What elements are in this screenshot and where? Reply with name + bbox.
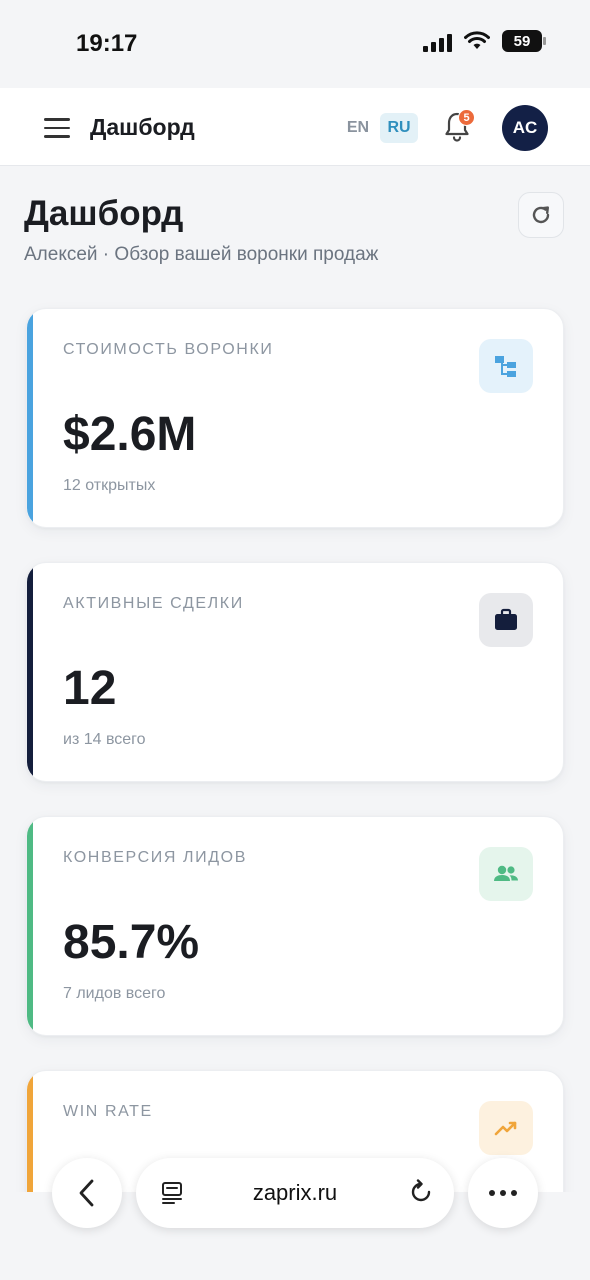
more-dot bbox=[489, 1190, 495, 1196]
cellular-signal-icon bbox=[423, 30, 452, 52]
wifi-icon bbox=[464, 31, 490, 49]
avatar[interactable]: AC bbox=[502, 105, 548, 151]
battery-icon: 59 bbox=[502, 30, 546, 52]
header-title: Дашборд bbox=[90, 114, 195, 140]
more-dot bbox=[500, 1190, 506, 1196]
more-dot bbox=[511, 1190, 517, 1196]
card-subtext: из 14 всего bbox=[63, 731, 146, 748]
card-label: АКТИВНЫЕ СДЕЛКИ bbox=[63, 595, 244, 612]
chevron-left-icon bbox=[79, 1179, 94, 1207]
refresh-button[interactable] bbox=[518, 192, 564, 238]
card-value: $2.6M bbox=[63, 408, 197, 461]
reader-icon[interactable] bbox=[160, 1180, 184, 1204]
card-label: СТОИМОСТЬ ВОРОНКИ bbox=[63, 341, 274, 358]
card-accent-bar bbox=[27, 309, 33, 527]
page-subtitle: Алексей · Обзор вашей воронки продаж bbox=[24, 244, 379, 265]
card-value: 85.7% bbox=[63, 916, 200, 969]
briefcase-icon bbox=[479, 593, 533, 647]
card-subtext: 12 открытых bbox=[63, 477, 156, 494]
status-bar: 19:17 59 bbox=[0, 0, 590, 88]
metric-card-pipeline-value[interactable]: СТОИМОСТЬ ВОРОНКИ $2.6M 12 открытых bbox=[26, 308, 564, 528]
browser-more-button[interactable] bbox=[468, 1158, 538, 1228]
page-title: Дашборд bbox=[24, 194, 184, 233]
people-icon bbox=[479, 847, 533, 901]
status-icons: 59 bbox=[423, 30, 546, 52]
card-label: КОНВЕРСИЯ ЛИДОВ bbox=[63, 849, 247, 866]
card-accent-bar bbox=[27, 563, 33, 781]
lang-ru-button[interactable]: RU bbox=[380, 113, 418, 143]
metric-card-lead-conversion[interactable]: КОНВЕРСИЯ ЛИДОВ 85.7% 7 лидов всего bbox=[26, 816, 564, 1036]
trending-up-icon bbox=[479, 1101, 533, 1155]
card-value: 12 bbox=[63, 662, 117, 715]
reload-icon[interactable] bbox=[408, 1179, 434, 1205]
browser-back-button[interactable] bbox=[52, 1158, 122, 1228]
refresh-icon bbox=[532, 206, 550, 224]
card-subtext: 7 лидов всего bbox=[63, 985, 166, 1002]
app-header: Дашборд EN RU 5 AC bbox=[0, 88, 590, 166]
card-accent-bar bbox=[27, 817, 33, 1035]
metric-card-active-deals[interactable]: АКТИВНЫЕ СДЕЛКИ 12 из 14 всего bbox=[26, 562, 564, 782]
status-time: 19:17 bbox=[76, 30, 138, 57]
card-label: WIN RATE bbox=[63, 1103, 153, 1120]
menu-icon[interactable] bbox=[44, 118, 70, 138]
hierarchy-icon bbox=[479, 339, 533, 393]
notification-badge: 5 bbox=[458, 109, 475, 126]
lang-en-button[interactable]: EN bbox=[343, 114, 373, 142]
browser-address-bar[interactable]: zaprix.ru bbox=[136, 1158, 454, 1228]
